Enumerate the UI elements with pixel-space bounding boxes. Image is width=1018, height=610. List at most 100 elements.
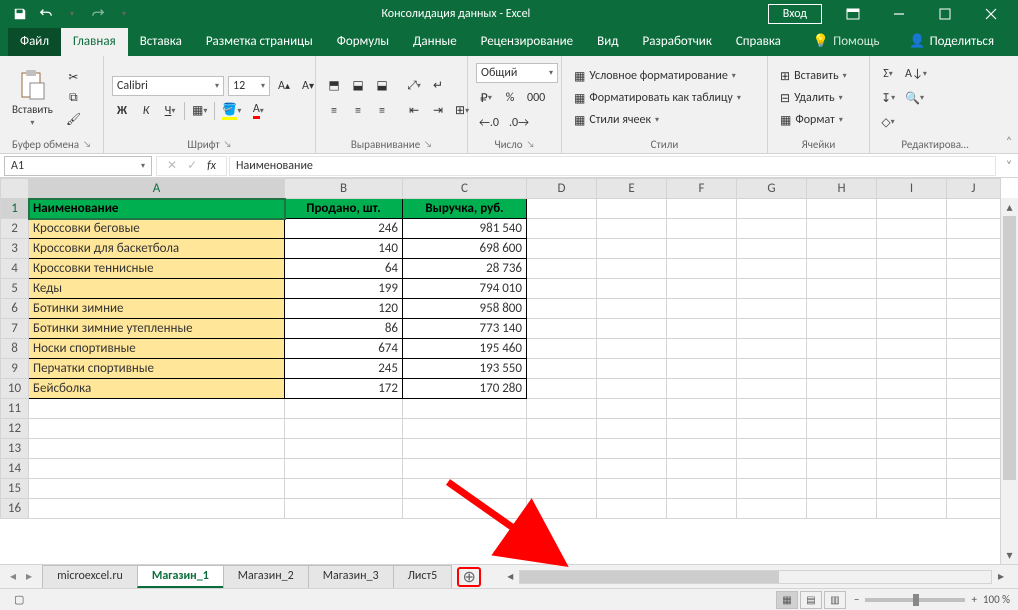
cell[interactable]	[877, 339, 947, 359]
cell[interactable]: Ботинки зимние утепленные	[29, 319, 285, 339]
cell[interactable]	[285, 439, 403, 459]
cell[interactable]	[403, 459, 527, 479]
scroll-down-icon[interactable]: ▾	[1001, 546, 1018, 564]
bold-button[interactable]: Ж	[112, 101, 132, 121]
cell[interactable]	[597, 239, 667, 259]
cell[interactable]	[527, 259, 597, 279]
name-box[interactable]: A1▾	[4, 156, 152, 176]
zoom-out-icon[interactable]: −	[854, 593, 859, 606]
cell[interactable]	[807, 379, 877, 399]
scroll-thumb-h[interactable]	[520, 571, 779, 583]
cell[interactable]	[737, 259, 807, 279]
cell[interactable]	[877, 259, 947, 279]
find-icon[interactable]: 🔍▾	[902, 88, 927, 108]
scroll-thumb[interactable]	[1003, 216, 1016, 480]
cell[interactable]: 28 736	[403, 259, 527, 279]
cell[interactable]: 958 800	[403, 299, 527, 319]
cell[interactable]: 981 540	[403, 219, 527, 239]
sheet-tab[interactable]: microexcel.ru	[42, 565, 138, 588]
dialog-launcher[interactable]: ↘	[424, 139, 432, 150]
clear-icon[interactable]: ◇▾	[878, 112, 898, 132]
cell[interactable]	[807, 359, 877, 379]
fill-color-button[interactable]: 🪣▾	[219, 101, 244, 121]
cell[interactable]	[29, 479, 285, 499]
cell[interactable]	[527, 279, 597, 299]
formula-input[interactable]: Наименование	[229, 156, 996, 176]
save-icon[interactable]	[8, 2, 32, 26]
cell-styles-button[interactable]: ▦Стили ячеек▾	[570, 110, 745, 130]
cell[interactable]	[947, 479, 1001, 499]
cell[interactable]	[737, 479, 807, 499]
cell[interactable]	[285, 479, 403, 499]
cell[interactable]: 86	[285, 319, 403, 339]
shrink-font-icon[interactable]: A▾	[298, 76, 318, 96]
font-size-combo[interactable]: 12▾	[228, 76, 270, 96]
row-header[interactable]: 14	[1, 459, 29, 479]
row-header[interactable]: 7	[1, 319, 29, 339]
col-header[interactable]: H	[807, 179, 877, 199]
cell[interactable]	[877, 219, 947, 239]
row-header[interactable]: 4	[1, 259, 29, 279]
cell[interactable]	[807, 239, 877, 259]
tab-data[interactable]: Данные	[401, 28, 469, 56]
undo-dropdown-icon[interactable]: ▾	[60, 2, 84, 26]
cell[interactable]	[947, 279, 1001, 299]
col-header[interactable]: C	[403, 179, 527, 199]
tell-me[interactable]: 💡Помощь	[801, 28, 892, 56]
cell[interactable]	[403, 499, 527, 519]
cell[interactable]	[527, 499, 597, 519]
normal-view-icon[interactable]: ▦	[776, 591, 798, 609]
sheet-tab[interactable]: Магазин_3	[308, 565, 394, 588]
format-cells-button[interactable]: ▦Формат▾	[776, 110, 851, 130]
cell[interactable]	[667, 279, 737, 299]
cell[interactable]	[807, 279, 877, 299]
expand-formula-bar-icon[interactable]: ˅	[1000, 159, 1018, 173]
font-color-button[interactable]: A▾	[248, 101, 268, 121]
cell[interactable]	[285, 399, 403, 419]
cell[interactable]	[285, 459, 403, 479]
cell[interactable]	[667, 339, 737, 359]
cell[interactable]	[597, 299, 667, 319]
tab-help[interactable]: Справка	[724, 28, 793, 56]
cell[interactable]	[29, 439, 285, 459]
cell[interactable]: 794 010	[403, 279, 527, 299]
cell[interactable]	[737, 459, 807, 479]
conditional-formatting-button[interactable]: ▦Условное форматирование▾	[570, 66, 745, 86]
close-button[interactable]	[970, 1, 1012, 27]
sheet-tab[interactable]: Магазин_2	[223, 565, 309, 588]
redo-icon[interactable]	[86, 2, 110, 26]
insert-function-icon[interactable]: fx	[203, 159, 220, 173]
cell[interactable]	[29, 499, 285, 519]
cell[interactable]	[667, 359, 737, 379]
decrease-decimal-icon[interactable]: .0→	[506, 113, 532, 133]
cell[interactable]	[527, 439, 597, 459]
autosum-icon[interactable]: Σ▾	[878, 64, 898, 84]
sheet-tab[interactable]: Магазин_1	[137, 565, 224, 588]
cell[interactable]	[947, 459, 1001, 479]
cell[interactable]	[737, 499, 807, 519]
cell[interactable]	[667, 259, 737, 279]
cell[interactable]: Кроссовки теннисные	[29, 259, 285, 279]
cell[interactable]: Кеды	[29, 279, 285, 299]
col-header[interactable]: I	[877, 179, 947, 199]
cell[interactable]	[877, 279, 947, 299]
cell[interactable]	[877, 499, 947, 519]
spreadsheet-grid[interactable]: A B C D E F G H I J 1НаименованиеПродано…	[0, 178, 1001, 519]
cell[interactable]: Носки спортивные	[29, 339, 285, 359]
cell[interactable]: 199	[285, 279, 403, 299]
row-header[interactable]: 9	[1, 359, 29, 379]
cell[interactable]	[737, 239, 807, 259]
tab-home[interactable]: Главная	[61, 28, 128, 56]
cell[interactable]: 64	[285, 259, 403, 279]
tab-layout[interactable]: Разметка страницы	[194, 28, 325, 56]
cell[interactable]: 170 280	[403, 379, 527, 399]
copy-icon[interactable]: ⧉	[63, 88, 84, 108]
row-header[interactable]: 8	[1, 339, 29, 359]
cell[interactable]	[403, 479, 527, 499]
cell[interactable]	[947, 399, 1001, 419]
cell[interactable]	[947, 239, 1001, 259]
cell[interactable]: 246	[285, 219, 403, 239]
col-header[interactable]: J	[947, 179, 1001, 199]
cell[interactable]	[285, 499, 403, 519]
cell[interactable]	[597, 479, 667, 499]
